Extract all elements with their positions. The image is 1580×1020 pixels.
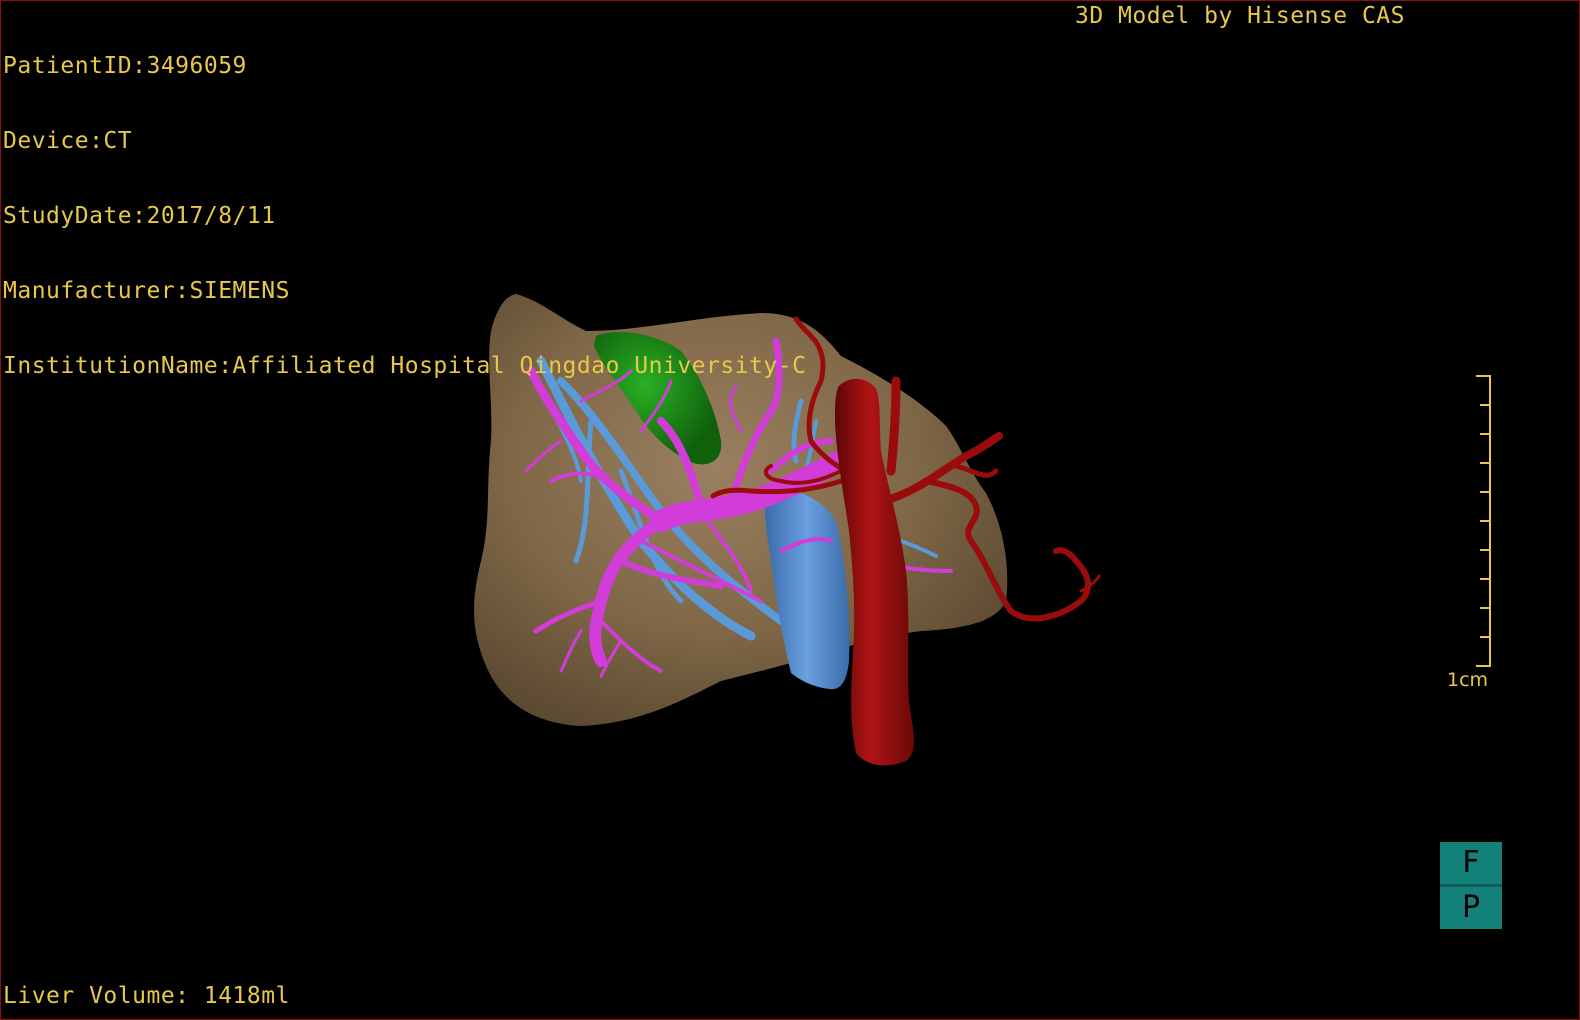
patient-id: PatientID:3496059 (3, 53, 247, 79)
patient-info: PatientID:3496059 Device:CT StudyDate:20… (3, 4, 806, 429)
3d-viewport[interactable]: PatientID:3496059 Device:CT StudyDate:20… (0, 0, 1580, 1020)
device: Device:CT (3, 128, 133, 154)
scale-bar (1476, 375, 1491, 667)
scale-bar-label: 1cm (1447, 669, 1489, 691)
study-date: StudyDate:2017/8/11 (3, 203, 276, 229)
liver-volume: Liver Volume: 1418ml (3, 983, 290, 1009)
institution-name: InstitutionName:Affiliated Hospital Qing… (3, 353, 807, 379)
manufacturer: Manufacturer:SIEMENS (3, 278, 290, 304)
orientation-posterior[interactable]: P (1440, 887, 1502, 929)
orientation-front[interactable]: F (1440, 842, 1502, 884)
model-brand-line: 3D Model by Hisense CAS (1075, 3, 1405, 29)
